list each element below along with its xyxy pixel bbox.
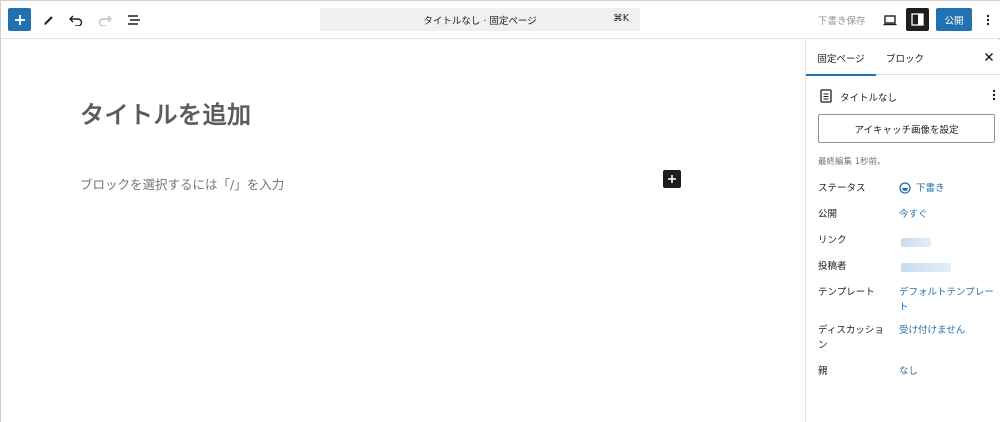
command-shortcut: ⌘K — [613, 13, 629, 24]
post-title-input[interactable]: タイトルを追加 — [80, 95, 252, 130]
template-label: テンプレート — [818, 287, 875, 298]
redo-icon — [98, 15, 112, 26]
add-block-button[interactable] — [8, 8, 31, 31]
block-inserter-button[interactable] — [663, 170, 681, 188]
last-edited-text: 最終編集 1秒前。 — [818, 157, 886, 167]
parent-label: 親 — [818, 366, 828, 377]
save-draft-button[interactable]: 下書き保存 — [818, 13, 866, 27]
plus-icon — [668, 175, 676, 183]
options-button[interactable] — [980, 1, 996, 39]
block-placeholder[interactable]: ブロックを選択するには「/」を入力 — [80, 174, 284, 193]
document-bar-title: タイトルなし · 固定ページ — [423, 16, 537, 27]
more-vertical-icon[interactable] — [992, 89, 996, 101]
document-title: タイトルなし — [840, 93, 898, 104]
draft-status-icon — [899, 181, 911, 194]
sidebar-tabs: 固定ページ ブロック — [806, 40, 1000, 76]
redo-button[interactable] — [95, 1, 115, 39]
tab-block[interactable]: ブロック — [886, 40, 924, 75]
publish-date-label: 公開 — [818, 209, 838, 220]
pencil-icon — [44, 16, 53, 25]
more-vertical-icon — [986, 14, 990, 26]
undo-icon — [69, 15, 83, 26]
discussion-value[interactable]: 受け付けません — [899, 323, 995, 338]
list-view-icon — [128, 15, 140, 25]
status-label: ステータス — [818, 183, 866, 194]
template-value[interactable]: デフォルトテンプレート — [899, 285, 995, 315]
editor-window: タイトルなし · 固定ページ ⌘K 下書き保存 公開 タイトルを追加 ブロックを… — [0, 0, 1000, 422]
plus-icon — [14, 14, 25, 25]
command-palette-bar[interactable]: タイトルなし · 固定ページ ⌘K — [320, 8, 640, 31]
page-icon — [820, 89, 832, 103]
status-value-text: 下書き — [916, 183, 945, 194]
sidebar-toggle-icon — [911, 13, 924, 26]
document-summary: タイトルなし — [820, 88, 996, 104]
editor-canvas: タイトルを追加 ブロックを選択するには「/」を入力 — [1, 40, 805, 422]
parent-value[interactable]: なし — [899, 364, 995, 379]
settings-sidebar: 固定ページ ブロック タイトルなし アイキャッチ画像を設定 最終編集 1秒前。 … — [805, 40, 1000, 422]
publish-date-value[interactable]: 今すぐ — [899, 207, 995, 222]
set-featured-image-button[interactable]: アイキャッチ画像を設定 — [818, 114, 995, 143]
document-overview-button[interactable] — [124, 1, 144, 39]
close-icon[interactable] — [982, 50, 996, 64]
undo-button[interactable] — [66, 1, 86, 39]
publish-button[interactable]: 公開 — [936, 8, 972, 31]
settings-button[interactable] — [906, 8, 929, 31]
author-label: 投稿者 — [818, 261, 847, 272]
discussion-label: ディスカッション — [818, 325, 884, 351]
link-value-redacted[interactable] — [901, 238, 931, 247]
link-label: リンク — [818, 235, 847, 246]
desktop-icon — [883, 14, 896, 25]
status-value[interactable]: 下書き — [899, 181, 995, 196]
tools-button[interactable] — [39, 1, 59, 39]
top-toolbar: タイトルなし · 固定ページ ⌘K 下書き保存 公開 — [1, 1, 1000, 39]
tab-page[interactable]: 固定ページ — [806, 40, 876, 76]
view-button[interactable] — [878, 1, 901, 39]
author-value-redacted[interactable] — [901, 263, 951, 272]
